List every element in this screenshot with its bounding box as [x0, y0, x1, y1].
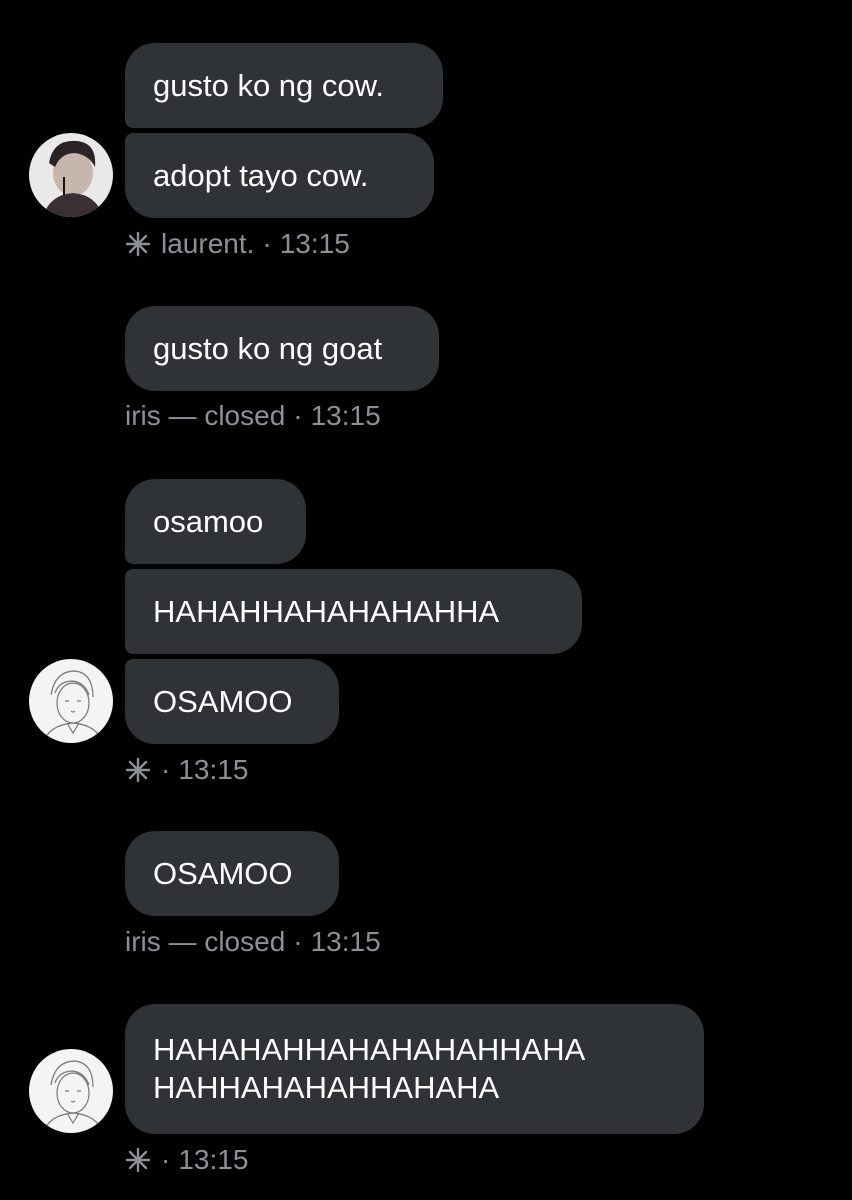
sparkle-icon [125, 757, 151, 783]
message-text: HAHAHHAHAHAHAHHA [153, 593, 500, 629]
message-meta: laurent. · 13:15 [125, 227, 350, 261]
message-text: OSAMOO [153, 683, 293, 719]
message-text: gusto ko ng goat [153, 330, 383, 366]
avatar-sketch-icon [29, 1049, 113, 1133]
avatar[interactable] [29, 133, 113, 217]
message-bubble[interactable]: HAHAHAHHAHAHAHAHHAHA HAHHAHAHAHHAHAHA [125, 1004, 704, 1134]
sparkle-icon [125, 1147, 151, 1173]
message-text-line: HAHHAHAHAHHAHAHA [153, 1070, 500, 1105]
message-bubble[interactable]: OSAMOO [125, 659, 339, 744]
separator: · [161, 754, 171, 785]
timestamp: 13:15 [178, 1144, 249, 1175]
message-bubble[interactable]: osamoo [125, 479, 306, 564]
sender-name[interactable]: iris — closed [125, 399, 285, 433]
message-meta: · 13:15 [125, 1143, 248, 1177]
avatar-sketch-icon [29, 659, 113, 743]
message-bubble[interactable]: gusto ko ng cow. [125, 43, 443, 128]
timestamp: 13:15 [178, 754, 249, 785]
message-bubble[interactable]: gusto ko ng goat [125, 306, 439, 391]
avatar[interactable] [29, 1049, 113, 1133]
separator: · [293, 926, 303, 957]
separator: · [293, 400, 303, 431]
message-text: gusto ko ng cow. [153, 67, 384, 103]
message-bubble[interactable]: adopt tayo cow. [125, 133, 434, 218]
sender-name[interactable]: iris — closed [125, 925, 285, 959]
message-meta: iris — closed · 13:15 [125, 399, 381, 433]
message-bubble[interactable]: HAHAHHAHAHAHAHHA [125, 569, 582, 654]
avatar-dark-hair-icon [29, 133, 113, 217]
timestamp: 13:15 [310, 400, 381, 431]
sender-name[interactable]: laurent. [161, 227, 254, 261]
message-meta: iris — closed · 13:15 [125, 925, 381, 959]
timestamp: 13:15 [310, 926, 381, 957]
separator: · [161, 1144, 171, 1175]
message-text-line: HAHAHAHHAHAHAHAHHAHA [153, 1032, 586, 1067]
timestamp: 13:15 [279, 228, 350, 259]
sparkle-icon [125, 231, 151, 257]
message-bubble[interactable]: OSAMOO [125, 831, 339, 916]
message-text: adopt tayo cow. [153, 157, 369, 193]
message-meta: · 13:15 [125, 753, 248, 787]
message-text: osamoo [153, 503, 264, 539]
avatar[interactable] [29, 659, 113, 743]
separator: · [262, 228, 272, 259]
message-text: OSAMOO [153, 855, 293, 891]
